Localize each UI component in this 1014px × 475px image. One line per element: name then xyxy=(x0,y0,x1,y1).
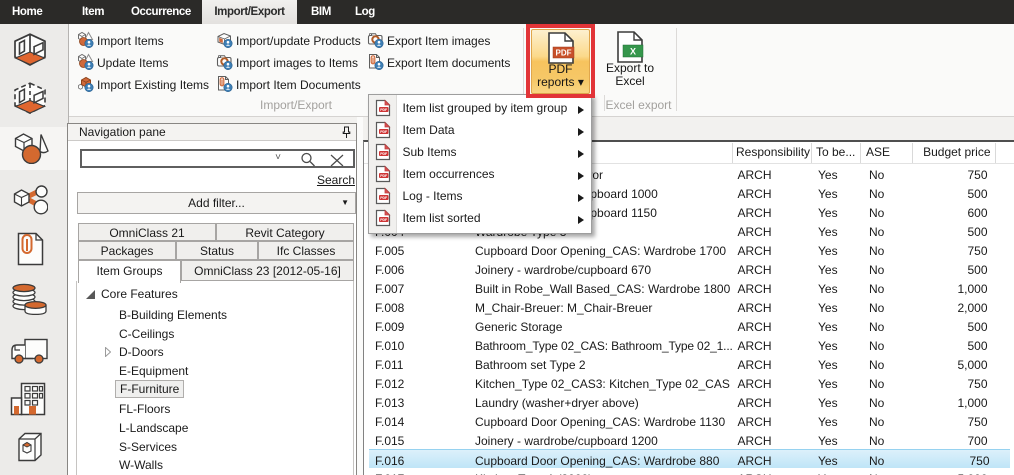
svg-text:PDF: PDF xyxy=(380,196,388,200)
svg-text:PDF: PDF xyxy=(380,152,388,156)
svg-text:PDF: PDF xyxy=(380,174,388,178)
svg-text:PDF: PDF xyxy=(380,130,388,134)
svg-text:PDF: PDF xyxy=(380,218,388,222)
svg-text:PDF: PDF xyxy=(380,108,388,112)
svg-text:X: X xyxy=(630,46,636,56)
